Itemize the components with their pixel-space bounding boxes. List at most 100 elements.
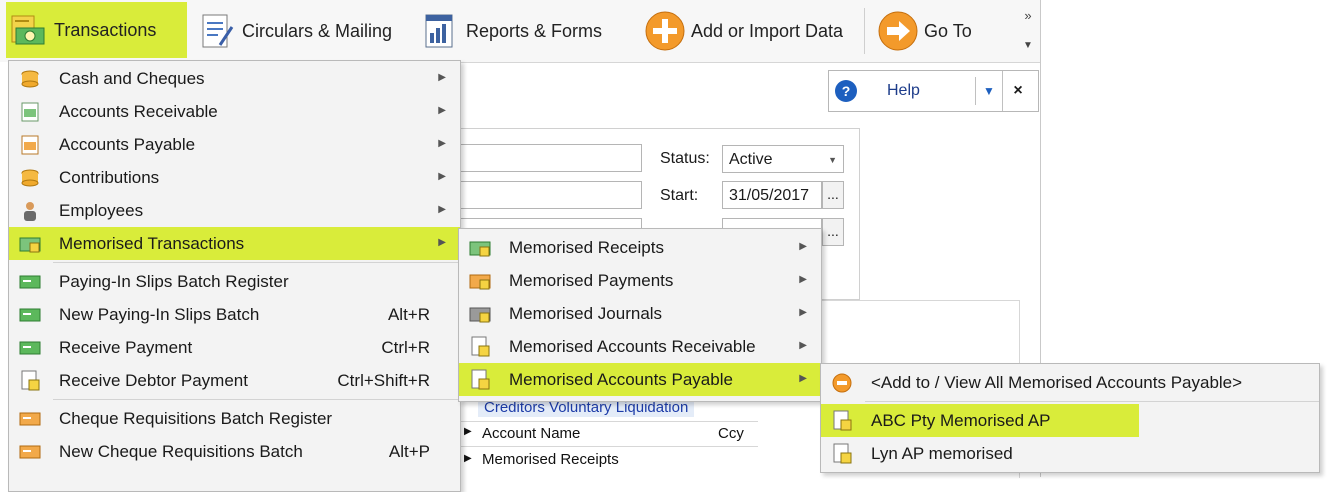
transactions-menu-item[interactable]: Accounts Payable ▶: [9, 128, 460, 161]
menu-separator: [53, 399, 460, 400]
memorised-submenu-item[interactable]: Memorised Accounts Receivable ▶: [459, 330, 821, 363]
reports-label: Reports & Forms: [466, 20, 603, 41]
status-dropdown-icon: ▼: [828, 155, 837, 165]
transactions-menu-item-label: Accounts Receivable: [59, 102, 218, 121]
start-date-value: 31/05/2017: [729, 187, 810, 204]
transactions-menu-item[interactable]: Receive Debtor Payment Ctrl+Shift+R: [9, 364, 460, 397]
status-value: Active: [729, 151, 773, 168]
submenu-arrow-icon: ▶: [438, 171, 446, 182]
lyn-ap-icon: [831, 443, 853, 465]
transactions-menu-item-label: Cheque Requisitions Batch Register: [59, 409, 333, 428]
transactions-menu-item-label: Paying-In Slips Batch Register: [59, 272, 289, 291]
memorised-ar-icon: [469, 336, 491, 358]
memorised-ap-submenu: <Add to / View All Memorised Accounts Pa…: [820, 363, 1320, 473]
shortcut-label: Alt+R: [387, 305, 430, 324]
circulars-label: Circulars & Mailing: [242, 20, 393, 41]
accounts-receivable-icon: [19, 101, 41, 123]
transactions-menu-item[interactable]: Receive Payment Ctrl+R: [9, 331, 460, 364]
memorised-submenu-item[interactable]: Memorised Receipts ▶: [459, 231, 821, 264]
name-field[interactable]: [458, 144, 642, 172]
secondary-field[interactable]: [458, 181, 642, 209]
transactions-menu-item[interactable]: Cheque Requisitions Batch Register: [9, 402, 460, 435]
memorised-submenu-item[interactable]: Memorised Journals ▶: [459, 297, 821, 330]
memorised-submenu-item-label: Memorised Journals: [509, 304, 663, 323]
goto-button[interactable]: Go To: [876, 6, 972, 56]
memorised-ap-item[interactable]: ABC Pty Memorised AP: [821, 404, 1139, 437]
help-button[interactable]: Help: [887, 82, 967, 100]
transactions-menu-item[interactable]: New Cheque Requisitions Batch Alt+P: [9, 435, 460, 468]
reports-forms-button[interactable]: Reports & Forms: [418, 6, 602, 56]
toolbar-divider: [864, 8, 865, 54]
circulars-icon: [194, 9, 238, 53]
close-button[interactable]: ×: [1002, 71, 1033, 111]
add-view-all-icon: [831, 372, 853, 394]
start-label: Start:: [660, 187, 699, 204]
memorised-transactions-icon: [19, 233, 41, 255]
submenu-arrow-icon: ▶: [438, 138, 446, 149]
help-dropdown-icon[interactable]: ▼: [976, 84, 1002, 98]
memorised-submenu-item-label: Memorised Accounts Receivable: [509, 337, 756, 356]
transactions-menu-item[interactable]: New Paying-In Slips Batch Alt+R: [9, 298, 460, 331]
col-ccy[interactable]: Ccy: [718, 425, 744, 442]
transactions-menu-item[interactable]: Cash and Cheques ▶: [9, 62, 460, 95]
start-date-field[interactable]: 31/05/2017: [722, 181, 822, 209]
memorised-ap-icon: [469, 369, 491, 391]
menu-separator: [53, 262, 460, 263]
transactions-label: Transactions: [54, 19, 157, 40]
memorised-submenu-item[interactable]: Memorised Accounts Payable ▶: [459, 363, 821, 396]
shortcut-label: Alt+P: [388, 442, 430, 461]
memorised-payments-icon: [469, 270, 491, 292]
transactions-menu-item[interactable]: Accounts Receivable ▶: [9, 95, 460, 128]
ribbon-overflow-icon[interactable]: »: [1020, 8, 1036, 24]
add-import-data-button[interactable]: Add or Import Data: [643, 6, 843, 56]
memorised-ap-item-label: <Add to / View All Memorised Accounts Pa…: [871, 373, 1243, 392]
transactions-menu-item-label: Receive Debtor Payment: [59, 371, 248, 390]
submenu-arrow-icon: ▶: [438, 204, 446, 215]
transactions-menu-item-label: Receive Payment: [59, 338, 193, 357]
add-data-icon: [643, 9, 687, 53]
transactions-menu-item-label: Contributions: [59, 168, 160, 187]
expand-icon[interactable]: ▶: [464, 426, 472, 437]
end-date-picker-button[interactable]: ...: [822, 218, 844, 246]
memorised-ap-item[interactable]: Lyn AP memorised: [821, 437, 1319, 470]
help-icon: ?: [835, 80, 857, 102]
submenu-arrow-icon: ▶: [438, 105, 446, 116]
transactions-menu-item[interactable]: Paying-In Slips Batch Register: [9, 265, 460, 298]
memorised-submenu-item-label: Memorised Receipts: [509, 238, 664, 257]
memorised-ap-item-label: ABC Pty Memorised AP: [871, 411, 1051, 430]
transactions-menu-item-label: New Paying-In Slips Batch: [59, 305, 260, 324]
memorised-submenu-item[interactable]: Memorised Payments ▶: [459, 264, 821, 297]
employees-icon: [19, 200, 41, 222]
transactions-menu-item[interactable]: Memorised Transactions ▶: [9, 227, 460, 260]
status-select[interactable]: Active ▼: [722, 145, 844, 173]
grid-row-memorised-receipts[interactable]: Memorised Receipts: [482, 451, 619, 468]
circulars-mailing-button[interactable]: Circulars & Mailing: [194, 6, 392, 56]
accounts-payable-icon: [19, 134, 41, 156]
memorised-ap-item[interactable]: <Add to / View All Memorised Accounts Pa…: [821, 366, 1319, 399]
add-data-label: Add or Import Data: [691, 20, 844, 41]
transactions-button[interactable]: Transactions: [6, 2, 187, 58]
expand-icon[interactable]: ▶: [464, 453, 472, 464]
abc-pty-icon: [831, 410, 853, 432]
start-date-picker-button[interactable]: ...: [822, 181, 844, 209]
transactions-menu-item[interactable]: Employees ▶: [9, 194, 460, 227]
transactions-menu-item-label: Memorised Transactions: [59, 234, 245, 253]
ribbon-dropdown-icon[interactable]: ▼: [1020, 38, 1036, 54]
cheque-batch-icon: [19, 441, 41, 463]
col-account-name[interactable]: Account Name: [482, 425, 580, 442]
memorised-transactions-submenu: Memorised Receipts ▶ Memorised Payments ▶ Me…: [458, 228, 822, 402]
shortcut-label: Ctrl+Shift+R: [337, 371, 430, 390]
transactions-menu-item-label: Accounts Payable: [59, 135, 196, 154]
submenu-arrow-icon: ▶: [799, 274, 807, 285]
contributions-icon: [19, 167, 41, 189]
paying-in-register-icon: [19, 271, 41, 293]
submenu-arrow-icon: ▶: [799, 307, 807, 318]
memorised-submenu-item-label: Memorised Payments: [509, 271, 674, 290]
paying-in-batch-icon: [19, 304, 41, 326]
memorised-ap-item-label: Lyn AP memorised: [871, 444, 1013, 463]
status-label: Status:: [660, 150, 710, 167]
transactions-menu-item[interactable]: Contributions ▶: [9, 161, 460, 194]
memorised-receipts-icon: [469, 237, 491, 259]
grid-row-line: [458, 446, 758, 447]
submenu-arrow-icon: ▶: [799, 373, 807, 384]
